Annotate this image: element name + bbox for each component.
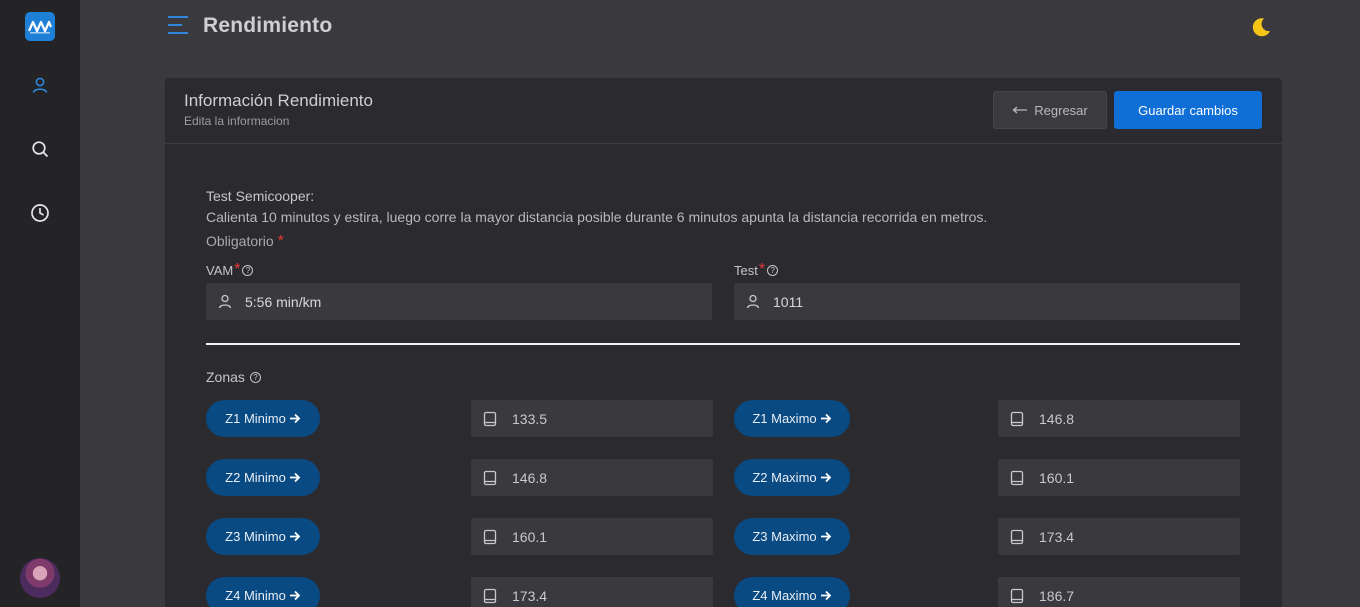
zonas-label: Zonas ?	[206, 369, 261, 385]
zone-max-input[interactable]: 173.4	[998, 518, 1240, 555]
zone-min-input[interactable]: 133.5	[471, 400, 713, 437]
app-logo[interactable]	[25, 12, 55, 41]
zone-max-button[interactable]: Z3 Maximo	[734, 518, 850, 555]
arrow-right-icon	[289, 531, 301, 542]
arrow-right-icon	[820, 413, 831, 424]
vam-label: VAM * ?	[206, 261, 254, 279]
test-input[interactable]: 1011	[734, 283, 1240, 320]
arrow-right-icon	[289, 472, 301, 483]
arrow-right-icon	[820, 590, 831, 601]
zone-max-label: Z3 Maximo	[752, 529, 817, 544]
book-icon	[482, 411, 498, 427]
logo-wave-icon	[28, 20, 52, 33]
zone-min-value: 173.4	[512, 587, 548, 604]
zone-max-input[interactable]: 146.8	[998, 400, 1240, 437]
sidebar	[0, 0, 80, 607]
card-title: Información Rendimiento	[184, 91, 373, 110]
required-star: *	[758, 261, 766, 278]
divider	[206, 343, 1240, 345]
zone-max-button[interactable]: Z4 Maximo	[734, 577, 850, 607]
book-icon	[1009, 470, 1025, 486]
page-title: Rendimiento	[203, 14, 333, 37]
book-icon	[482, 588, 498, 604]
book-icon	[1009, 529, 1025, 545]
zone-max-value: 160.1	[1039, 469, 1075, 486]
zone-max-value: 186.7	[1039, 587, 1075, 604]
vam-label-text: VAM	[206, 262, 234, 278]
performance-card: Información Rendimiento Edita la informa…	[165, 78, 1282, 607]
zone-min-value: 146.8	[512, 469, 548, 486]
help-icon[interactable]: ?	[767, 264, 779, 276]
zone-min-button[interactable]: Z2 Minimo	[206, 459, 320, 496]
arrow-right-icon	[289, 413, 301, 424]
required-star: *	[277, 233, 284, 250]
card-header: Información Rendimiento Edita la informa…	[165, 78, 1282, 144]
book-icon	[1009, 411, 1025, 427]
required-text: Obligatorio	[206, 233, 274, 249]
help-icon[interactable]: ?	[249, 371, 261, 383]
test-description: Calienta 10 minutos y estira, luego corr…	[206, 209, 988, 225]
zone-max-value: 173.4	[1039, 528, 1075, 545]
save-button[interactable]: Guardar cambios	[1114, 91, 1262, 129]
zone-max-label: Z4 Maximo	[752, 588, 817, 603]
moon-icon[interactable]	[1250, 16, 1272, 38]
zone-min-label: Z2 Minimo	[225, 470, 286, 485]
zone-min-input[interactable]: 173.4	[471, 577, 713, 607]
back-button-label: Regresar	[1034, 102, 1088, 118]
zone-max-button[interactable]: Z2 Maximo	[734, 459, 850, 496]
test-title: Test Semicooper:	[206, 188, 315, 204]
search-icon[interactable]	[28, 137, 52, 161]
book-icon	[1009, 588, 1025, 604]
zone-max-input[interactable]: 160.1	[998, 459, 1240, 496]
vam-value: 5:56 min/km	[245, 293, 322, 310]
back-button[interactable]: Regresar	[993, 91, 1107, 129]
required-label: Obligatorio *	[206, 233, 284, 251]
zone-max-label: Z2 Maximo	[752, 470, 817, 485]
zone-max-input[interactable]: 186.7	[998, 577, 1240, 607]
test-label-text: Test	[734, 262, 758, 278]
book-icon	[482, 529, 498, 545]
card-subtitle: Edita la informacion	[184, 114, 290, 128]
zone-min-value: 133.5	[512, 410, 548, 427]
vam-input[interactable]: 5:56 min/km	[206, 283, 712, 320]
arrow-right-icon	[289, 590, 301, 601]
zone-min-button[interactable]: Z1 Minimo	[206, 400, 320, 437]
test-label: Test * ?	[734, 261, 779, 279]
zone-max-button[interactable]: Z1 Maximo	[734, 400, 850, 437]
menu-icon[interactable]	[167, 15, 189, 35]
zone-min-button[interactable]: Z4 Minimo	[206, 577, 320, 607]
arrow-right-icon	[820, 472, 831, 483]
test-value: 1011	[773, 293, 804, 310]
zone-min-label: Z3 Minimo	[225, 529, 286, 544]
zone-min-label: Z4 Minimo	[225, 588, 286, 603]
help-icon[interactable]: ?	[242, 264, 254, 276]
zone-min-label: Z1 Minimo	[225, 411, 286, 426]
avatar[interactable]	[20, 558, 60, 598]
user-icon[interactable]	[28, 73, 52, 97]
arrow-left-icon	[1012, 106, 1028, 114]
zone-max-label: Z1 Maximo	[752, 411, 817, 426]
zone-min-value: 160.1	[512, 528, 548, 545]
zone-min-button[interactable]: Z3 Minimo	[206, 518, 320, 555]
zone-min-input[interactable]: 160.1	[471, 518, 713, 555]
zonas-label-text: Zonas	[206, 369, 245, 385]
zone-max-value: 146.8	[1039, 410, 1075, 427]
arrow-right-icon	[820, 531, 831, 542]
user-icon	[745, 294, 761, 310]
required-star: *	[234, 261, 241, 278]
user-icon	[217, 294, 233, 310]
clock-icon[interactable]	[28, 201, 52, 225]
zone-min-input[interactable]: 146.8	[471, 459, 713, 496]
book-icon	[482, 470, 498, 486]
